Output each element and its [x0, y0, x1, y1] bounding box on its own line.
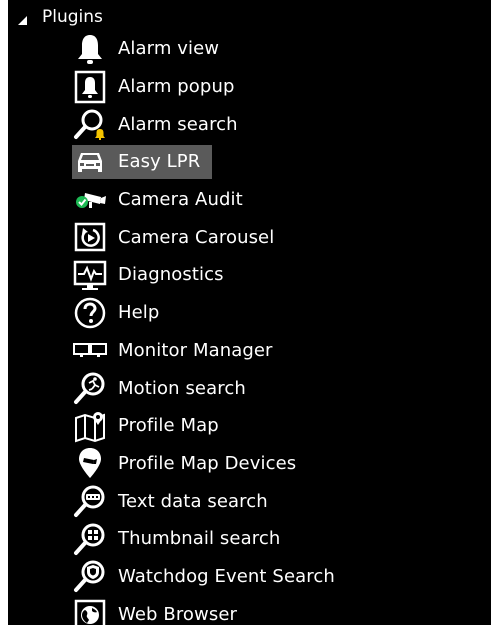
collapse-triangle-icon[interactable] [16, 11, 28, 25]
map-icon [72, 409, 108, 443]
tree-item-camera-audit[interactable]: Camera Audit [72, 181, 482, 219]
tree-item-label: Camera Carousel [118, 226, 275, 248]
tree-item-watchdog-event-search[interactable]: Watchdog Event Search [72, 558, 482, 596]
tree-item-label: Web Browser [118, 603, 238, 625]
tree-item-alarm-popup[interactable]: Alarm popup [72, 68, 482, 106]
tree-item-label: Monitor Manager [118, 339, 273, 361]
map-pin-icon [72, 446, 108, 480]
camera-carousel-icon [72, 220, 108, 254]
tree-item-label: Watchdog Event Search [118, 565, 335, 587]
alarm-popup-icon [72, 70, 108, 104]
tree-item-camera-carousel[interactable]: Camera Carousel [72, 218, 482, 256]
diagnostics-icon [72, 258, 108, 292]
tree-item-label: Help [118, 302, 160, 324]
plugins-tree-panel: Plugins Alarm view Alarm popup Alarm sea… [8, 0, 491, 625]
tree-item-thumbnail-search[interactable]: Thumbnail search [72, 520, 482, 558]
camera-audit-icon [72, 183, 108, 217]
alarm-search-icon [72, 107, 108, 141]
tree-item-text-data-search[interactable]: Text data search [72, 482, 482, 520]
tree-item-alarm-search[interactable]: Alarm search [72, 105, 482, 143]
tree-item-alarm-view[interactable]: Alarm view [72, 30, 482, 68]
watchdog-search-icon [72, 559, 108, 593]
tree-item-web-browser[interactable]: Web Browser [72, 595, 482, 625]
tree-item-help[interactable]: Help [72, 294, 482, 332]
tree-item-motion-search[interactable]: Motion search [72, 369, 482, 407]
group-title: Plugins [42, 7, 103, 27]
tree-group-plugins[interactable]: Plugins [8, 4, 103, 30]
help-icon [72, 296, 108, 330]
tree-item-label: Motion search [118, 377, 246, 399]
tree-item-label: Alarm search [118, 113, 238, 135]
tree-item-label: Profile Map Devices [118, 452, 297, 474]
tree-item-label: Alarm popup [118, 76, 235, 98]
tree-item-profile-map[interactable]: Profile Map [72, 407, 482, 445]
tree-item-profile-map-devices[interactable]: Profile Map Devices [72, 445, 482, 483]
tree-item-diagnostics[interactable]: Diagnostics [72, 256, 482, 294]
tree-item-label: Diagnostics [118, 264, 224, 286]
motion-search-icon [72, 371, 108, 405]
tree-item-label: Alarm view [118, 38, 220, 60]
tree-item-label: Thumbnail search [118, 528, 281, 550]
bell-icon [72, 32, 108, 66]
tree-item-label: Text data search [118, 490, 268, 512]
tree-item-label: Profile Map [118, 415, 219, 437]
tree-item-label: Easy LPR [118, 151, 201, 173]
tree-item-label: Camera Audit [118, 189, 243, 211]
plugin-list: Alarm view Alarm popup Alarm search Easy… [72, 30, 482, 625]
thumbnail-search-icon [72, 522, 108, 556]
globe-icon [72, 597, 108, 625]
monitor-manager-icon [72, 333, 108, 367]
text-search-icon [72, 484, 108, 518]
tree-item-monitor-manager[interactable]: Monitor Manager [72, 332, 482, 370]
tree-item-easy-lpr[interactable]: Easy LPR [72, 143, 482, 181]
car-icon [72, 145, 108, 179]
